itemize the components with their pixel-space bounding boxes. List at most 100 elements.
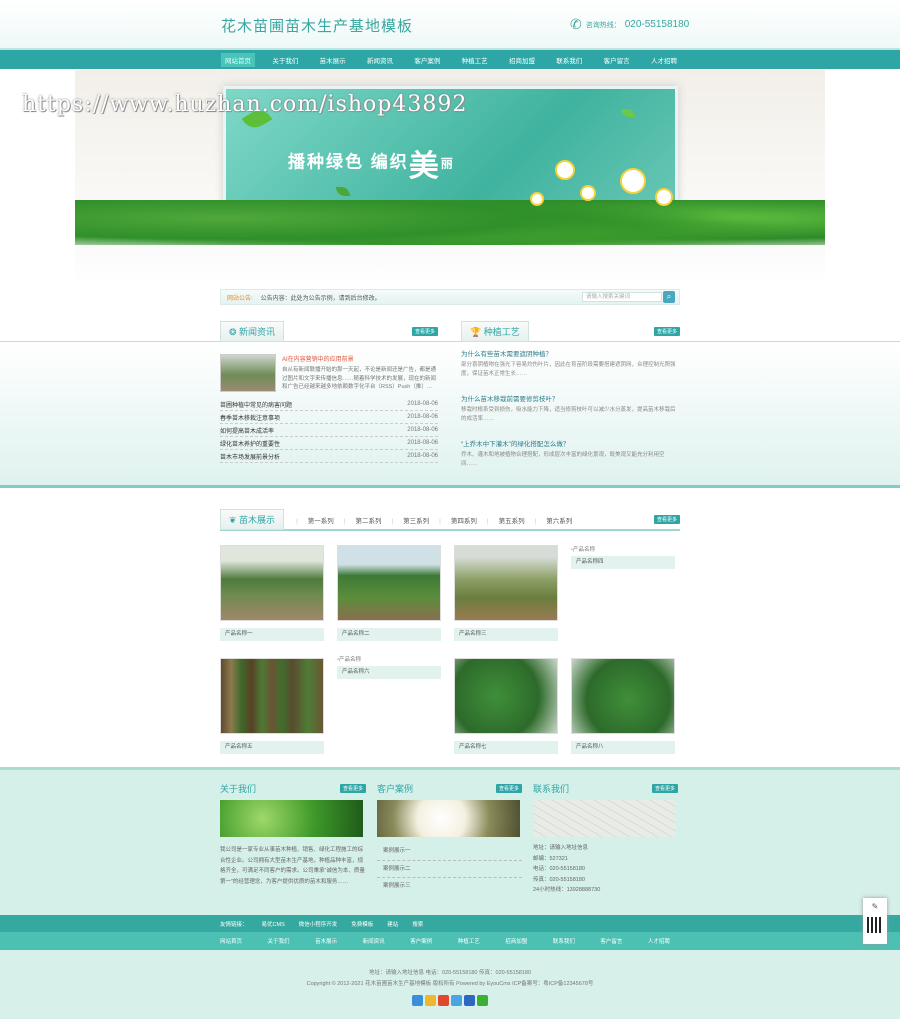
qrcode-icon[interactable] xyxy=(867,917,883,933)
search-icon[interactable]: ⌕ xyxy=(663,291,675,303)
footer-nav-item[interactable]: 人才招聘 xyxy=(648,937,670,945)
daisy-icon xyxy=(580,185,596,201)
copyright-line-2: Copyright © 2012-2021 花木苗圃苗木生产基地模板 版权所有 … xyxy=(306,981,594,987)
site-title[interactable]: 花木苗圃苗木生产基地模板 xyxy=(221,15,413,36)
craft-question[interactable]: 为什么有些苗木需要遮阴种植？ xyxy=(461,348,680,358)
products-more-button[interactable]: 查看更多 xyxy=(653,515,680,524)
product-card[interactable]: 产品名称八 xyxy=(571,658,675,754)
footer-nav-item[interactable]: 苗木展示 xyxy=(315,937,337,945)
footer-about-more[interactable]: 查看更多 xyxy=(339,784,366,793)
contact-zip: 邮编：527321 xyxy=(533,855,568,862)
edit-icon[interactable]: ✎ xyxy=(872,902,879,911)
product-image[interactable] xyxy=(220,658,324,734)
list-item[interactable]: 案例展示一 xyxy=(377,843,522,861)
search-input[interactable]: 请输入搜索关键词 xyxy=(582,292,662,302)
product-caption[interactable]: 产品名称三 xyxy=(454,628,558,641)
product-image[interactable] xyxy=(454,658,558,734)
footer-nav-item[interactable]: 网站首页 xyxy=(220,937,242,945)
share-qzone-icon[interactable] xyxy=(425,995,436,1006)
nav-item-products[interactable]: 苗木展示 xyxy=(316,53,350,67)
slogan-part-3: 美 xyxy=(408,150,441,183)
product-caption[interactable]: 产品名称五 xyxy=(220,741,324,754)
share-tencent-icon[interactable] xyxy=(451,995,462,1006)
craft-more-button[interactable]: 查看更多 xyxy=(653,326,680,336)
nav-item-home[interactable]: 网站首页 xyxy=(221,52,255,67)
product-card[interactable]: ▫产品名称 产品名称四 xyxy=(571,545,675,569)
footer-nav-item[interactable]: 种植工艺 xyxy=(458,937,480,945)
news-more-button[interactable]: 查看更多 xyxy=(411,326,438,336)
product-image[interactable] xyxy=(454,545,558,621)
footer-nav-item[interactable]: 联系我们 xyxy=(553,937,575,945)
daisy-icon xyxy=(655,188,673,206)
nav-item-join[interactable]: 招商加盟 xyxy=(505,53,539,67)
news-icon: ❂ xyxy=(229,326,240,337)
footer-nav-item[interactable]: 客户案例 xyxy=(410,937,432,945)
list-item[interactable]: 春季苗木移栽注意事项 2018-08-06 xyxy=(220,411,438,424)
featured-text: 自从有新闻联播开始的那一天起，不论是新闻还是广告，都是通过图片和文字来传播信息…… xyxy=(282,367,437,390)
footer-nav-item[interactable]: 客户留言 xyxy=(600,937,622,945)
share-wechat-icon[interactable] xyxy=(477,995,488,1006)
list-item[interactable]: 案例展示三 xyxy=(377,878,522,895)
footer-nav-item[interactable]: 招商加盟 xyxy=(505,937,527,945)
broken-image-icon[interactable]: ▫产品名称 xyxy=(337,655,441,663)
list-item[interactable]: 苗圃种植中常见的病害问题 2018-08-06 xyxy=(220,398,438,411)
product-caption[interactable]: 产品名称八 xyxy=(571,741,675,754)
category-tab[interactable]: 第二系列 xyxy=(344,515,381,525)
product-image[interactable] xyxy=(337,545,441,621)
friend-link[interactable]: 免费模板 xyxy=(351,920,373,928)
nav-item-contact[interactable]: 联系我们 xyxy=(552,53,586,67)
friend-link[interactable]: 易优CMS xyxy=(262,920,285,928)
product-image[interactable] xyxy=(220,545,324,621)
product-card[interactable]: 产品名称五 xyxy=(220,658,324,754)
list-item[interactable]: 苗木市场发展前景分析 2018-08-06 xyxy=(220,450,438,463)
product-caption[interactable]: 产品名称二 xyxy=(337,628,441,641)
product-card[interactable]: ▫产品名称 产品名称六 xyxy=(337,655,441,679)
footer-nav-item[interactable]: 关于我们 xyxy=(268,937,290,945)
footer-contact-more[interactable]: 查看更多 xyxy=(651,784,678,793)
craft-title-text: 种植工艺 xyxy=(483,326,520,337)
broken-image-icon[interactable]: ▫产品名称 xyxy=(571,545,675,553)
share-plus-icon[interactable] xyxy=(412,995,423,1006)
category-tab[interactable]: 第一系列 xyxy=(296,515,334,525)
craft-question[interactable]: “上乔木中下灌木”的绿化搭配怎么做？ xyxy=(461,438,680,448)
nav-item-craft[interactable]: 种植工艺 xyxy=(458,53,492,67)
slogan-part-2: 编织 xyxy=(370,152,409,172)
category-tab[interactable]: 第三系列 xyxy=(391,515,429,525)
share-weibo-icon[interactable] xyxy=(438,995,449,1006)
product-caption[interactable]: 产品名称七 xyxy=(454,741,558,754)
product-card[interactable]: 产品名称七 xyxy=(454,658,558,754)
nav-item-cases[interactable]: 客户案例 xyxy=(410,53,444,67)
map-image[interactable] xyxy=(533,800,676,837)
about-image xyxy=(220,800,363,837)
product-card[interactable]: 产品名称一 xyxy=(220,545,324,641)
product-card[interactable]: 产品名称三 xyxy=(454,545,558,641)
category-tab[interactable]: 第四系列 xyxy=(439,515,477,525)
nav-item-jobs[interactable]: 人才招聘 xyxy=(647,53,681,67)
copyright-line-1: 地址：请输入地址信息 电话：020-55158180 传真：020-551581… xyxy=(368,970,531,976)
notice-text[interactable]: 公告内容：此处为公告示例，请到后台修改。 xyxy=(261,293,381,302)
product-card[interactable]: 产品名称二 xyxy=(337,545,441,641)
share-renren-icon[interactable] xyxy=(464,995,475,1006)
featured-thumbnail[interactable] xyxy=(220,354,276,392)
friend-link[interactable]: 微信小程序开发 xyxy=(299,920,338,928)
craft-question[interactable]: 为什么苗木移栽前需要修剪枝叶？ xyxy=(461,393,680,403)
list-item[interactable]: 如何提高苗木成活率 2018-08-06 xyxy=(220,424,438,437)
friend-link[interactable]: 搜索 xyxy=(412,920,423,928)
nav-item-message[interactable]: 客户留言 xyxy=(600,53,634,67)
list-item[interactable]: 案例展示二 xyxy=(377,861,522,878)
notice-label: 网站公告: xyxy=(227,295,253,302)
category-tab[interactable]: 第五系列 xyxy=(487,515,525,525)
product-image[interactable] xyxy=(571,658,675,734)
footer-cases-more[interactable]: 查看更多 xyxy=(495,784,522,793)
footer-nav-item[interactable]: 新闻资讯 xyxy=(363,937,385,945)
news-list: 苗圃种植中常见的病害问题 2018-08-06 春季苗木移栽注意事项 2018-08… xyxy=(220,398,438,463)
list-item[interactable]: 绿化苗木养护的重要性 2018-08-06 xyxy=(220,437,438,450)
product-caption[interactable]: 产品名称四 xyxy=(571,556,675,569)
friend-link[interactable]: 建站 xyxy=(387,920,398,928)
nav-item-news[interactable]: 新闻资讯 xyxy=(363,53,397,67)
featured-title[interactable]: AI在内容营销中的应用前景 xyxy=(282,354,438,363)
product-caption[interactable]: 产品名称一 xyxy=(220,628,324,641)
category-tab[interactable]: 第六系列 xyxy=(535,515,572,525)
nav-item-about[interactable]: 关于我们 xyxy=(268,53,302,67)
product-caption[interactable]: 产品名称六 xyxy=(337,666,441,679)
